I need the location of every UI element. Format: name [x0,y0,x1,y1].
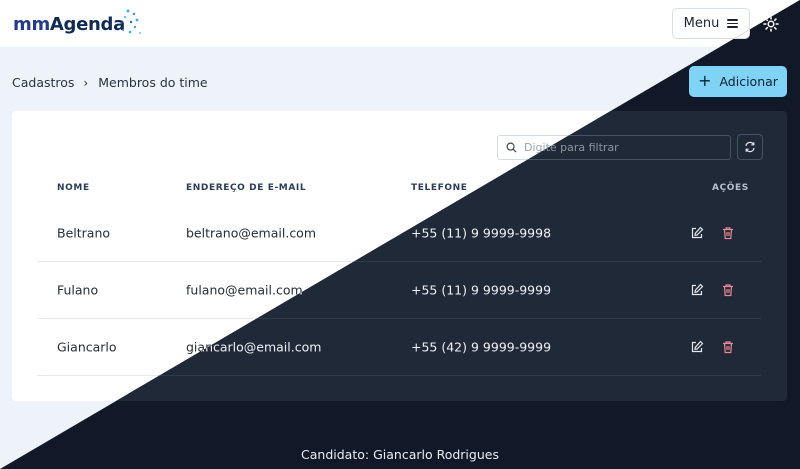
plus-icon: + [698,70,712,90]
column-header-email: ENDEREÇO DE E-MAIL [186,183,307,193]
footer-text: Candidato: Giancarlo Rodrigues [301,447,499,462]
breadcrumb-current: Membros do time [98,75,208,90]
menu-button[interactable]: Menu [672,8,750,39]
refresh-button-dark[interactable] [737,134,763,160]
breadcrumb-parent[interactable]: Cadastros [12,75,74,90]
hamburger-icon [727,19,739,28]
member-phone: +55 (11) 9 9999-9998 [411,225,552,241]
refresh-icon [745,141,755,153]
logo-mm: mm [13,13,50,35]
search-icon [506,142,517,153]
member-email: beltrano@email.com [186,225,317,241]
column-header-name: NOME [57,183,90,193]
breadcrumb: Cadastros › Membros do time [12,75,208,90]
edit-icon[interactable] [690,283,704,297]
add-label: Adicionar [719,74,778,89]
member-phone: +55 (42) 9 9999-9999 [411,339,552,355]
edit-icon[interactable] [690,340,704,354]
breadcrumb-chevron-icon: › [83,75,89,90]
app-logo[interactable]: mmAgenda [13,9,141,39]
member-name: Giancarlo [57,339,117,355]
trash-icon[interactable] [721,340,735,354]
trash-icon[interactable] [721,226,735,240]
member-name: Beltrano [57,225,111,241]
logo-sparkle-icon [120,9,141,34]
menu-label: Menu [683,16,720,31]
add-member-button[interactable]: + Adicionar [689,66,787,97]
member-email: fulano@email.com [186,282,303,298]
member-phone: +55 (11) 9 9999-9999 [411,282,552,298]
column-header-phone: TELEFONE [411,183,468,193]
member-name: Fulano [57,282,99,298]
top-navbar: mmAgenda Menu [0,0,800,47]
trash-icon[interactable] [721,283,735,297]
column-header-actions: AÇÕES [712,183,749,193]
edit-icon[interactable] [690,226,704,240]
